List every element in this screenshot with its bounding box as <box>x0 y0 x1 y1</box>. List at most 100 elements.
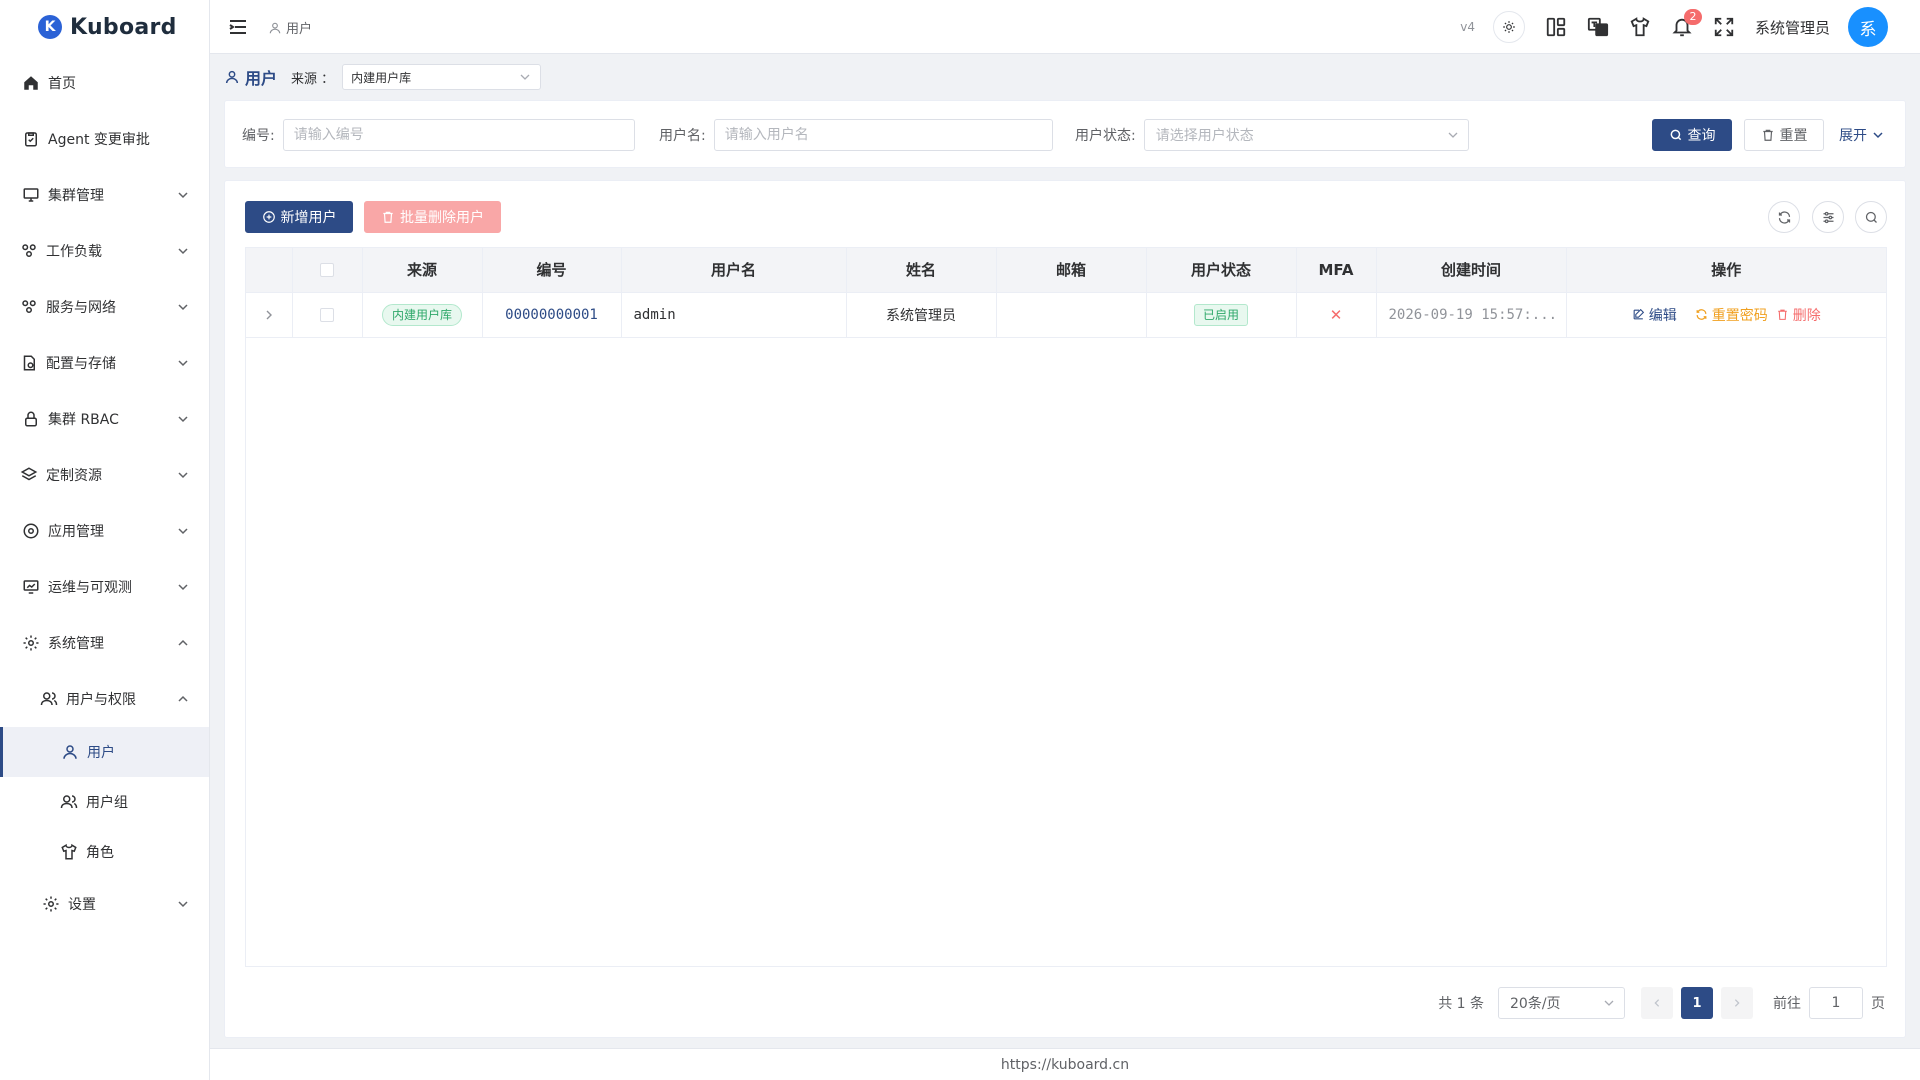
query-button-label: 查询 <box>1687 128 1716 144</box>
source-label: 来源 ： <box>291 71 335 87</box>
column-header: 操作 <box>1566 248 1886 293</box>
column-header: 用户名 <box>621 248 847 293</box>
current-user-name[interactable]: 系统管理员 <box>1755 17 1830 38</box>
edit-label: 编辑 <box>1648 307 1677 324</box>
expand-toggle[interactable]: 展开 <box>1839 119 1884 151</box>
status-label: 用户状态: <box>1075 128 1136 144</box>
column-header: 创建时间 <box>1376 248 1567 293</box>
clipboard-check-icon <box>25 132 37 147</box>
search-icon <box>1865 211 1877 223</box>
source-select[interactable]: 内建用户库 <box>342 64 542 90</box>
sidebar-item-label: 用户组 <box>86 795 128 811</box>
code-field: 编号: <box>242 119 635 151</box>
plus-circle-icon <box>262 211 275 223</box>
translate-icon[interactable] <box>1587 16 1609 38</box>
reset-password-button[interactable]: 重置密码 <box>1695 305 1768 325</box>
sidebar-item-label: 运维与可观测 <box>48 580 132 596</box>
page-number-button[interactable]: 1 <box>1681 987 1713 1019</box>
user-table: 来源 编号 用户名 姓名 邮箱 用户状态 MFA 创建时间 操作 内建用户库 0… <box>245 247 1887 967</box>
sidebar-item-workload[interactable]: 工作负载 <box>0 227 209 275</box>
chevron-down-icon <box>178 360 188 367</box>
breadcrumb: 用户 <box>268 18 312 37</box>
delete-button[interactable]: 删除 <box>1776 305 1821 325</box>
shirt-icon <box>61 843 77 860</box>
column-header: 编号 <box>482 248 622 293</box>
sidebar-item-settings[interactable]: 设置 <box>0 880 209 928</box>
sidebar: K Kuboard 首页 Agent 变更审批 集群管理 工作负载 服务与网络 … <box>0 0 210 1080</box>
refresh-button[interactable] <box>1768 201 1800 233</box>
theme-toggle-button[interactable] <box>1492 11 1525 43</box>
reset-button[interactable]: 重置 <box>1744 119 1824 151</box>
chevron-down-icon <box>178 192 188 199</box>
username-label: 用户名: <box>659 128 706 144</box>
edit-icon <box>1633 308 1644 320</box>
avatar[interactable]: 系 <box>1848 7 1888 47</box>
created-time-cell: 2026-09-19 15:57:... <box>1376 292 1567 338</box>
goto-page-input[interactable]: 1 <box>1809 987 1863 1019</box>
reset-button-label: 重置 <box>1779 128 1808 144</box>
username-input[interactable] <box>713 119 1053 151</box>
sidebar-item-agent-approval[interactable]: Agent 变更审批 <box>0 115 209 163</box>
sidebar-item-label: 服务与网络 <box>46 300 116 316</box>
layout-icon[interactable] <box>1545 16 1567 38</box>
chevron-down-icon <box>1604 1000 1614 1006</box>
sidebar-item-users-permissions[interactable]: 用户与权限 <box>0 675 209 723</box>
column-header: MFA <box>1296 248 1377 293</box>
sidebar-item-roles[interactable]: 角色 <box>0 828 209 876</box>
sliders-icon <box>1823 211 1833 223</box>
sidebar-item-label: 系统管理 <box>48 636 104 652</box>
status-badge: 已启用 <box>1193 303 1248 326</box>
chevron-down-icon <box>178 248 188 255</box>
add-user-button[interactable]: 新增用户 <box>245 201 353 233</box>
skin-icon[interactable] <box>1629 16 1651 38</box>
column-settings-button[interactable] <box>1812 201 1844 233</box>
actions-cell: 编辑 重置密码 删除 <box>1566 292 1886 338</box>
sidebar-item-app-management[interactable]: 应用管理 <box>0 507 209 555</box>
query-button[interactable]: 查询 <box>1652 119 1732 151</box>
sidebar-item-cluster-rbac[interactable]: 集群 RBAC <box>0 395 209 443</box>
chevron-right-icon <box>1734 999 1740 1007</box>
toggle-search-button[interactable] <box>1855 201 1887 233</box>
page-header: 用户 来源 ： 内建用户库 <box>224 64 542 90</box>
sidebar-item-home[interactable]: 首页 <box>0 59 209 107</box>
row-checkbox[interactable] <box>320 307 334 322</box>
table-row: 内建用户库 00000000001 admin 系统管理员 已启用 ✕ 2026… <box>246 292 1886 338</box>
sidebar-item-users[interactable]: 用户 <box>0 727 209 777</box>
logo[interactable]: K Kuboard <box>0 0 209 54</box>
sidebar-item-label: 首页 <box>48 76 76 92</box>
app-name: Kuboard <box>70 14 177 40</box>
sidebar-item-cluster[interactable]: 集群管理 <box>0 171 209 219</box>
chevron-down-icon <box>178 304 188 311</box>
menu-fold-icon[interactable] <box>228 17 248 37</box>
page-size-select[interactable]: 20条/页 <box>1498 987 1625 1019</box>
page-jump: 前往 1 页 <box>1773 987 1885 1019</box>
sidebar-item-user-groups[interactable]: 用户组 <box>0 778 209 826</box>
chevron-right-icon[interactable] <box>263 309 275 321</box>
notification-button[interactable]: 2 <box>1671 9 1702 38</box>
sidebar-item-label: 设置 <box>68 897 96 913</box>
edit-button[interactable]: 编辑 <box>1632 305 1677 325</box>
top-header: 用户 v4 2 系统管理员 系 <box>210 0 1920 54</box>
code-input[interactable] <box>282 119 635 151</box>
sidebar-item-service-network[interactable]: 服务与网络 <box>0 283 209 331</box>
chevron-down-icon <box>1873 132 1883 139</box>
sidebar-item-label: 定制资源 <box>46 468 102 484</box>
next-page-button[interactable] <box>1721 987 1753 1019</box>
breadcrumb-item[interactable]: 用户 <box>286 18 312 37</box>
chevron-up-icon <box>178 639 188 646</box>
fullscreen-icon[interactable] <box>1713 16 1735 38</box>
footer-link[interactable]: https://kuboard.cn <box>1001 1057 1129 1073</box>
footer: https://kuboard.cn <box>210 1048 1920 1080</box>
sidebar-item-system-management[interactable]: 系统管理 <box>0 619 209 667</box>
sidebar-item-config-storage[interactable]: 配置与存储 <box>0 339 209 387</box>
total-count: 共 1 条 <box>1438 996 1484 1012</box>
select-all-checkbox[interactable] <box>320 262 334 277</box>
batch-delete-button[interactable]: 批量删除用户 <box>364 201 501 233</box>
user-code-link[interactable]: 00000000001 <box>505 307 598 323</box>
chevron-down-icon <box>178 584 188 591</box>
status-select[interactable]: 请选择用户状态 <box>1143 119 1469 151</box>
sidebar-item-ops-observability[interactable]: 运维与可观测 <box>0 563 209 611</box>
layers-icon <box>20 467 38 481</box>
prev-page-button[interactable] <box>1641 987 1673 1019</box>
sidebar-item-custom-resources[interactable]: 定制资源 <box>0 451 209 499</box>
